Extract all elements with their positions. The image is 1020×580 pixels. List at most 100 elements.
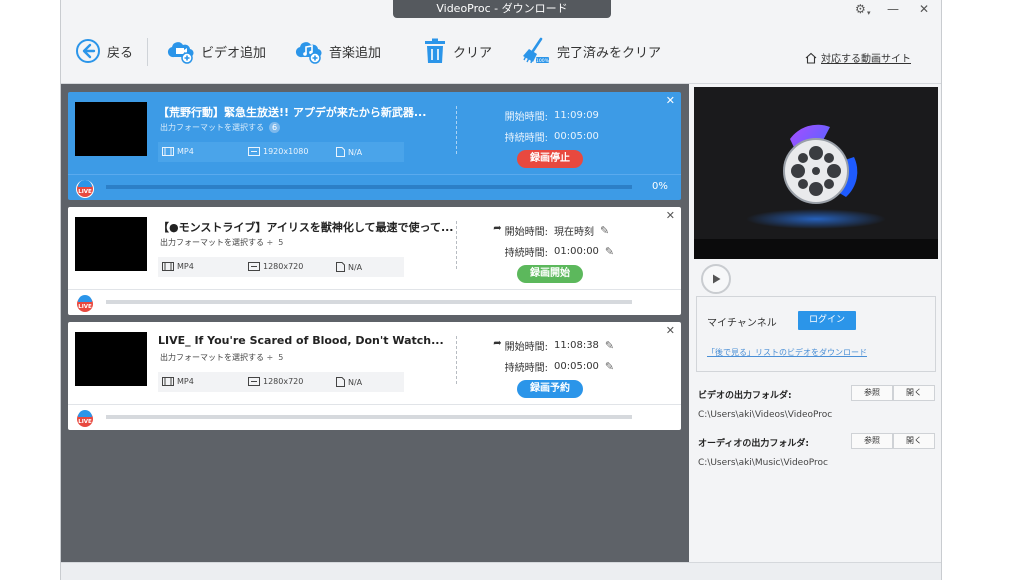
start-time-label: 開始時間: [504,227,548,238]
settings-gear-icon[interactable]: ⚙ [855,2,866,16]
progress-row: LIVE [68,289,681,315]
edit-duration-pencil-icon[interactable]: ✎ [605,360,614,373]
svg-text:100%: 100% [536,58,550,64]
back-label: 戻る [107,45,134,61]
download-list: 【荒野行動】緊急生放送!! アプデが来たから新武器... 出力フォーマットを選択… [61,84,689,562]
clear-completed-label: 完了済みをクリア [557,45,662,61]
edit-start-pencil-icon[interactable]: ✎ [605,339,614,352]
container-format: MP4 [177,147,194,156]
progress-row: LIVE 0% [68,174,681,200]
videoproc-logo-icon [694,124,938,259]
format-selector[interactable]: 出力フォーマットを選択する ÷ 5 [160,237,283,248]
resolution: 1280x720 [263,377,304,386]
container-format: MP4 [177,262,194,271]
duration-label: 持続時間: [504,363,548,374]
format-count-badge: 6 [269,122,280,133]
duration-label: 持続時間: [504,133,548,144]
title-bar: VideoProc - ダウンロード ⚙ ▾ — ✕ [61,0,941,18]
divider [456,221,457,269]
add-video-button[interactable]: ビデオ追加 [167,36,266,66]
stop-recording-button[interactable]: 録画停止 [517,150,583,168]
toolbar-separator [147,38,148,66]
share-arrow-icon[interactable]: ➦ [493,338,501,353]
start-time-value: 現在時刻 [554,227,594,238]
file-size: N/A [348,377,363,387]
format-selector[interactable]: 出力フォーマットを選択する ÷ 5 [160,352,283,363]
edit-start-pencil-icon[interactable]: ✎ [600,224,609,237]
start-time-value: 11:09:09 [554,110,599,121]
remove-item-icon[interactable]: ✕ [666,209,675,222]
resolution-icon [248,147,260,156]
resolution: 1280x720 [263,262,304,271]
recording-times: 開始時間: 11:09:09 持続時間: 00:05:00 [500,105,599,147]
minimize-icon[interactable]: — [887,2,899,16]
film-icon [162,147,174,156]
live-badge-icon: LIVE [76,295,94,313]
start-recording-button[interactable]: 録画開始 [517,265,583,283]
watch-later-link[interactable]: 「後で見る」リストのビデオをダウンロード [707,347,867,358]
video-open-button[interactable]: 開く [893,385,935,401]
add-music-button[interactable]: 音楽追加 [295,36,381,66]
file-size: N/A [348,147,363,157]
format-select-label: 出力フォーマットを選択する ÷ [160,353,274,362]
video-meta: MP4 1280x720 N/A [158,372,404,392]
schedule-recording-button[interactable]: 録画予約 [517,380,583,398]
back-button[interactable]: 戻る [75,36,133,66]
back-arrow-icon [76,39,100,63]
start-time-label: 開始時間: [504,342,548,353]
audio-browse-button[interactable]: 参照 [851,433,893,449]
home-icon [805,52,817,64]
share-arrow-icon[interactable]: ➦ [493,223,501,238]
right-panel: マイチャンネル ログイン 「後で見る」リストのビデオをダウンロード ビデオの出力… [693,84,941,562]
video-title: LIVE_ If You're Scared of Blood, Don't W… [158,334,444,347]
svg-text:LIVE: LIVE [78,304,92,310]
remove-item-icon[interactable]: ✕ [666,324,675,337]
clear-button[interactable]: クリア [423,36,492,66]
format-count-badge: 5 [278,238,284,247]
add-music-icon [295,42,322,64]
play-button[interactable] [701,264,731,294]
video-thumbnail [75,217,147,271]
progress-bar [106,415,632,419]
audio-open-button[interactable]: 開く [893,433,935,449]
edit-duration-pencil-icon[interactable]: ✎ [605,245,614,258]
video-browse-button[interactable]: 参照 [851,385,893,401]
format-selector[interactable]: 出力フォーマットを選択する 6 [160,122,280,133]
file-icon [336,377,345,387]
film-icon [162,262,174,271]
progress-bar [106,300,632,304]
trash-icon [425,38,445,63]
progress-percent: 0% [652,181,668,192]
close-window-icon[interactable]: ✕ [919,2,929,16]
file-size: N/A [348,262,363,272]
clear-completed-button[interactable]: 100% 完了済みをクリア [521,36,661,66]
clear-label: クリア [453,45,493,61]
film-icon [162,377,174,386]
login-button[interactable]: ログイン [798,311,856,330]
format-select-label: 出力フォーマットを選択する ÷ [160,238,274,247]
svg-text:LIVE: LIVE [78,189,92,195]
list-item[interactable]: 【●モンストライブ】アイリスを獣神化して最速で使って... 出力フォーマットを選… [68,207,681,315]
progress-bar [106,185,632,189]
file-icon [336,147,345,157]
container-format: MP4 [177,377,194,386]
duration-value: 00:05:00 [554,361,599,372]
supported-sites-link[interactable]: 対応する動画サイト [805,50,911,65]
remove-item-icon[interactable]: ✕ [666,94,675,107]
resolution: 1920x1080 [263,147,309,156]
video-title: 【●モンストライブ】アイリスを獣神化して最速で使って... [158,221,454,234]
video-thumbnail [75,102,147,156]
video-meta: MP4 1280x720 N/A [158,257,404,277]
toolbar: 戻る ビデオ追加 音楽追加 クリア 100% 完了済みをクリア 対応する動画サイ… [61,18,941,84]
video-meta: MP4 1920x1080 N/A [158,142,404,162]
duration-value: 01:00:00 [554,246,599,257]
play-icon [713,274,721,284]
start-time-label: 開始時間: [504,112,548,123]
video-folder-path: C:\Users\aki\Videos\VideoProc [698,410,833,420]
file-icon [336,262,345,272]
divider [456,336,457,384]
window-title: VideoProc - ダウンロード [393,0,611,18]
list-item[interactable]: LIVE_ If You're Scared of Blood, Don't W… [68,322,681,430]
video-thumbnail [75,332,147,386]
list-item[interactable]: 【荒野行動】緊急生放送!! アプデが来たから新武器... 出力フォーマットを選択… [68,92,681,200]
